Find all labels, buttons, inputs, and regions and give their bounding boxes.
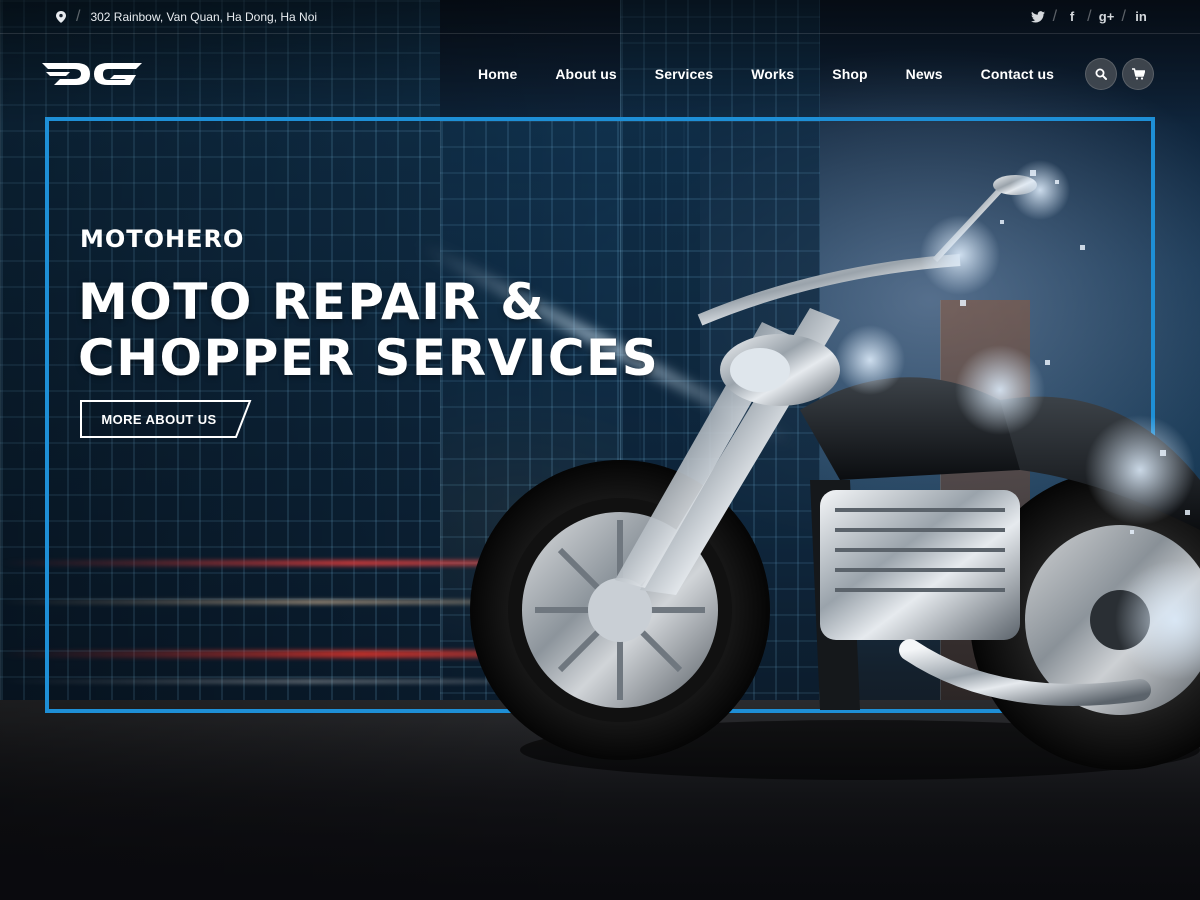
nav-link-home[interactable]: Home [459,66,536,82]
nav-link-shop[interactable]: Shop [813,66,886,82]
headline-line-2: CHOPPER SERVICES [78,329,660,387]
hero-eyebrow: MOTOHERO [80,225,245,253]
address-text: 302 Rainbow, Van Quan, Ha Dong, Ha Noi [90,9,318,24]
nav-link-news[interactable]: News [887,66,962,82]
motorcycle-image [470,160,1200,780]
divider: / [1121,7,1126,25]
nav-link-services[interactable]: Services [636,66,732,82]
address-block: / 302 Rainbow, Van Quan, Ha Dong, Ha Noi [56,8,317,26]
facebook-icon[interactable]: f [1063,9,1081,24]
social-links: / f / g+ / in [1029,8,1150,26]
nav-link-works[interactable]: Works [732,66,813,82]
divider: / [1052,7,1058,25]
cart-button[interactable] [1122,58,1154,90]
nav-links: Home About us Services Works Shop News C… [459,66,1080,82]
divider: / [76,7,81,25]
divider: / [1087,7,1092,25]
nav-right: Home About us Services Works Shop News C… [459,58,1154,90]
nav-link-about-us[interactable]: About us [536,66,635,82]
main-nav: Home About us Services Works Shop News C… [0,34,1200,114]
brand-logo-icon[interactable] [42,61,142,87]
hero-headline: MOTO REPAIR & CHOPPER SERVICES [78,274,758,386]
search-button[interactable] [1085,58,1117,90]
map-pin-icon [56,10,66,23]
cart-icon [1131,68,1145,80]
nav-link-contact-us[interactable]: Contact us [962,66,1080,82]
twitter-icon[interactable] [1029,10,1047,24]
search-icon [1095,68,1107,80]
google-plus-icon[interactable]: g+ [1098,9,1116,24]
cta-label: MORE ABOUT US [101,411,217,427]
linkedin-icon[interactable]: in [1132,9,1150,24]
headline-line-1: MOTO REPAIR & [78,273,546,331]
more-about-us-button[interactable]: MORE ABOUT US [80,400,252,438]
top-bar: / 302 Rainbow, Van Quan, Ha Dong, Ha Noi… [0,0,1200,34]
